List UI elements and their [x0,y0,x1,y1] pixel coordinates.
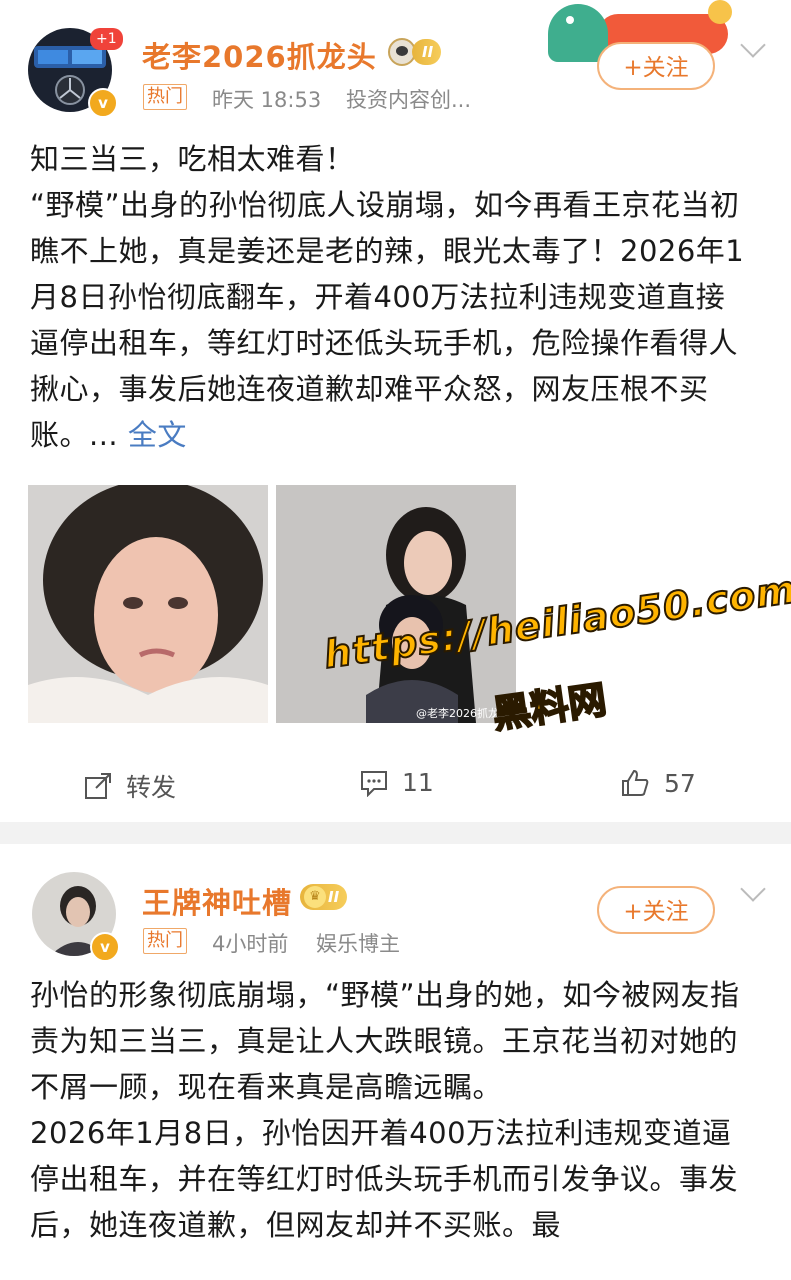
post1-repost-label: 转发 [126,773,177,802]
crying-woman-photo [28,485,268,723]
post1-action-bar: 转发 11 57 [0,750,791,820]
post1-image-1[interactable] [28,485,268,723]
crown-icon: ♛ [304,886,326,908]
like-icon [622,769,649,796]
verified-badge-icon: v [90,932,120,962]
post2-body-para1: 孙怡的形象彻底崩塌，“野模”出身的她，如今被网友指责为知三当三，真是让人大跌眼镜… [30,978,740,1104]
post2-follow-button[interactable]: +关注 [597,886,715,934]
post1-more-chevron-icon[interactable] [740,32,766,58]
post2-level-badge: ♛ II [300,884,348,910]
couple-photo [276,485,516,723]
verified-badge-icon: v [88,88,118,118]
post1-body: 知三当三，吃相太难看！ “野模”出身的孙怡彻底人设崩塌，如今再看王京花当初瞧不上… [30,136,750,458]
repost-icon [85,773,111,799]
post1-body-line1: 知三当三，吃相太难看！ [30,142,355,176]
post2-more-chevron-icon[interactable] [740,876,766,902]
post-2: v 王牌神吐槽 ♛ II 热门 4小时前 娱乐博主 +关注 孙怡的形象彻底崩塌，… [0,844,791,1280]
comment-icon [361,770,387,797]
notification-badge: +1 [90,28,123,50]
post2-body: 孙怡的形象彻底崩塌，“野模”出身的她，如今被网友指责为知三当三，真是让人大跌眼镜… [30,972,750,1248]
post1-like-count: 57 [664,768,696,798]
post2-hot-tag: 热门 [143,928,187,954]
post1-body-para: “野模”出身的孙怡彻底人设崩塌，如今再看王京花当初瞧不上她，真是姜还是老的辣，眼… [30,182,750,458]
post1-level-badge: II [412,39,442,65]
post1-hot-tag: 热门 [143,84,187,110]
post1-level-text: II [422,43,434,61]
post1-follow-button[interactable]: +关注 [597,42,715,90]
post1-image-2[interactable]: @老李2026抓龙头 [276,485,516,723]
post1-repost-button[interactable]: 转发 [84,768,176,804]
post2-source: 娱乐博主 [316,932,400,956]
post1-body-text: “野模”出身的孙怡彻底人设崩塌，如今再看王京花当初瞧不上她，真是姜还是老的辣，眼… [30,188,745,452]
post2-time: 4小时前 [212,932,289,956]
post1-comment-count: 11 [402,768,434,797]
post2-username[interactable]: 王牌神吐槽 [142,880,292,922]
post1-source: 投资内容创... [346,88,472,112]
post2-body-para2: 2026年1月8日，孙怡因开着400万法拉利违规变道逼停出租车，并在等红灯时低头… [30,1116,739,1242]
post1-time: 昨天 18:53 [212,88,322,112]
post-separator [0,822,791,844]
post1-expand-link[interactable]: 全文 [128,418,187,452]
post1-comment-button[interactable]: 11 [360,768,434,797]
post1-username[interactable]: 老李2026抓龙头 [142,34,377,76]
post1-like-button[interactable]: 57 [620,768,696,798]
post-1: +1 v 老李2026抓龙头 II 热门 昨天 18:53 投资内容创... +… [0,0,791,822]
post2-level-text: II [328,888,340,906]
